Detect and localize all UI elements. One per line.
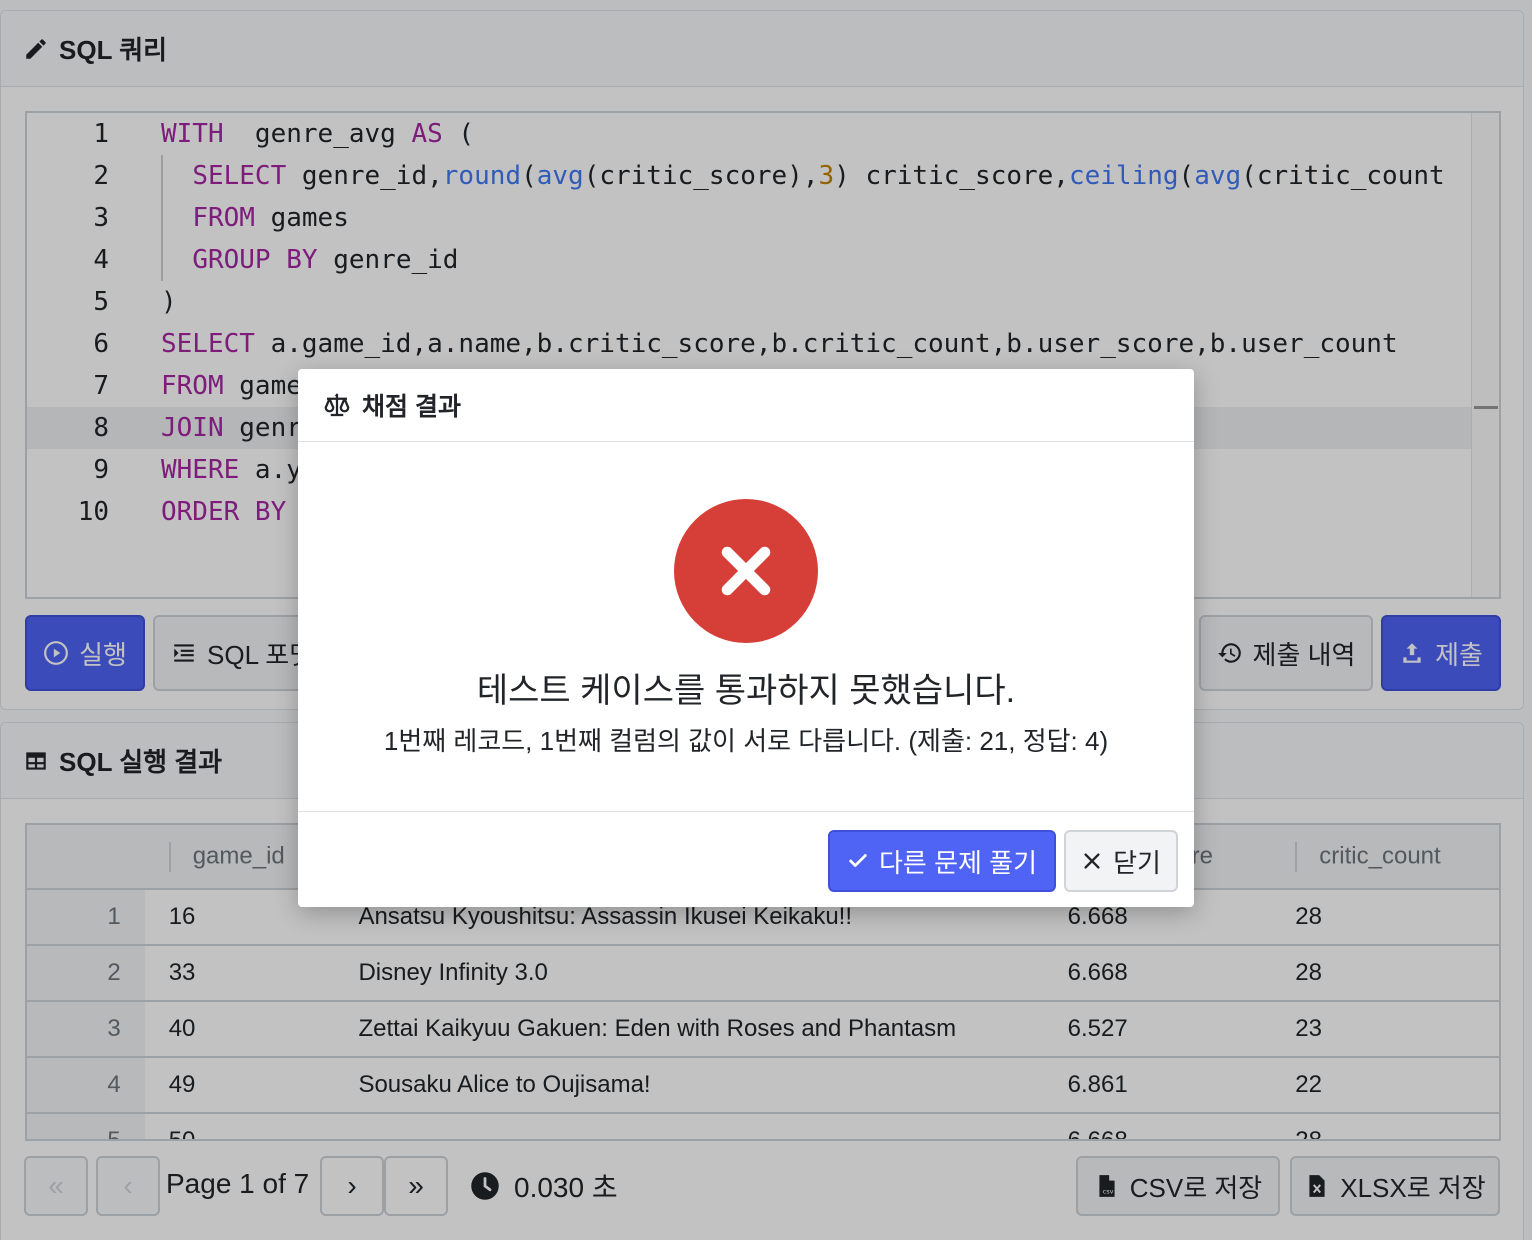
solve-other-problem-label: 다른 문제 풀기 bbox=[879, 847, 1037, 878]
solve-other-problem-button[interactable]: 다른 문제 풀기 bbox=[828, 830, 1056, 892]
modal-footer: 다른 문제 풀기 닫기 bbox=[298, 811, 1194, 907]
close-button-label: 닫기 bbox=[1113, 847, 1161, 878]
check-icon bbox=[849, 854, 867, 867]
modal-title: 채점 결과 bbox=[362, 393, 461, 421]
modal-heading: 테스트 케이스를 통과하지 못했습니다. bbox=[476, 672, 1016, 710]
close-button[interactable]: 닫기 bbox=[1064, 830, 1178, 892]
fail-x-icon bbox=[674, 499, 818, 643]
grading-result-modal: 채점 결과 테스트 케이스를 통과하지 못했습니다. 1번째 레코드, 1번째 … bbox=[298, 369, 1194, 907]
modal-message: 1번째 레코드, 1번째 컬럼의 값이 서로 다릅니다. (제출: 21, 정답… bbox=[383, 726, 1109, 756]
modal-header: 채점 결과 bbox=[298, 369, 1194, 442]
scale-balance-icon bbox=[324, 393, 350, 417]
x-mark-icon bbox=[721, 546, 771, 596]
close-icon bbox=[1084, 853, 1100, 869]
